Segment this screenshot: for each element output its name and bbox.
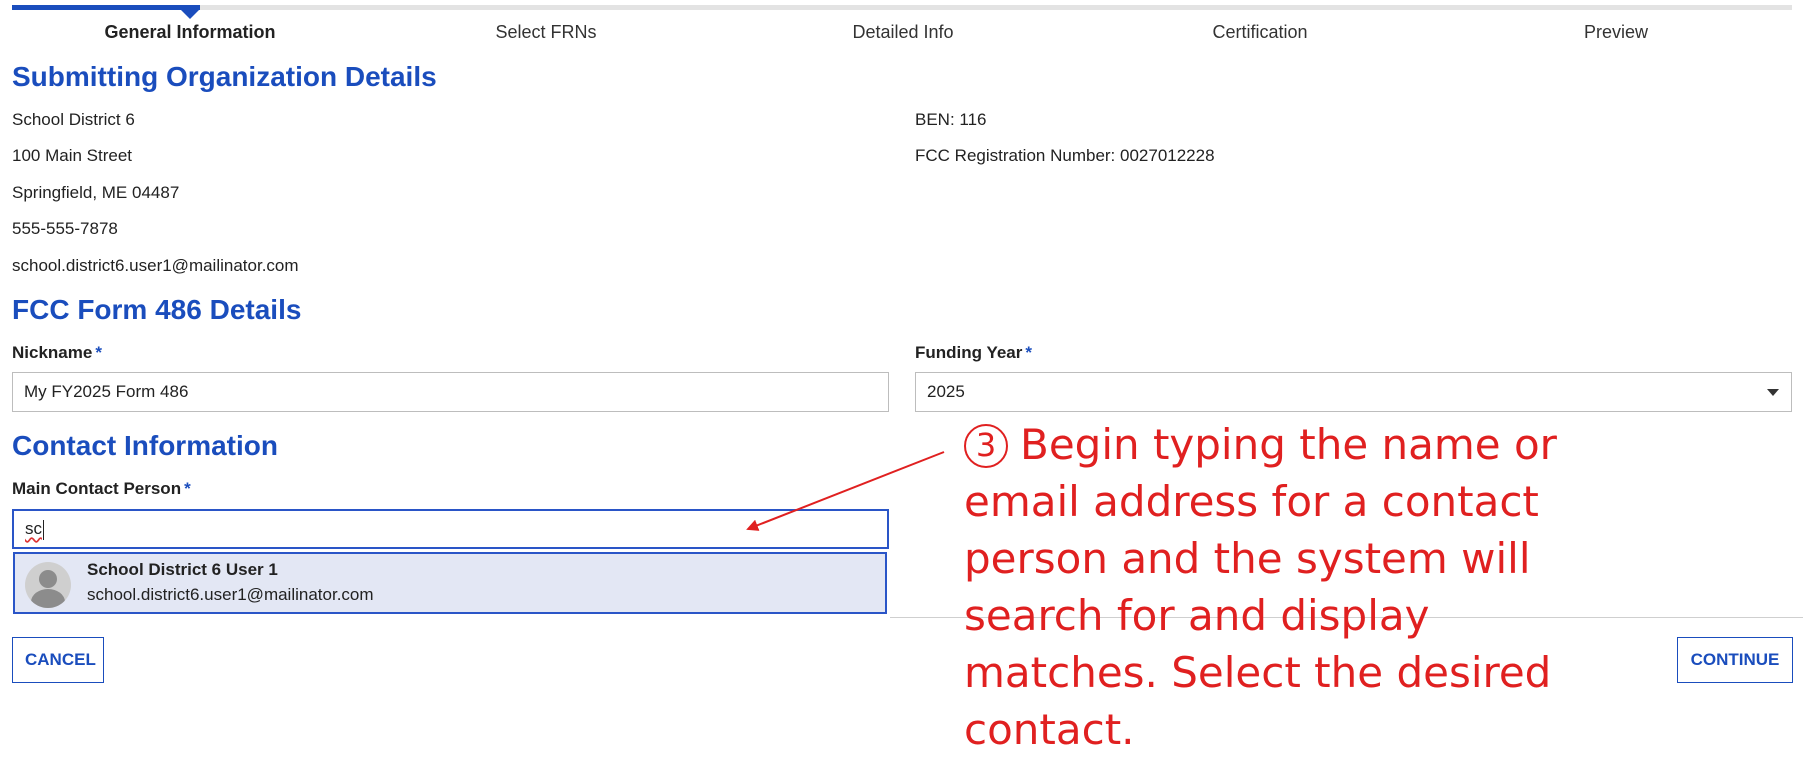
step-number-badge: 3 (964, 424, 1008, 468)
annotation-text: Begin typing the name or email address f… (964, 420, 1557, 754)
annotation-callout: 3 Begin typing the name or email address … (964, 416, 1604, 758)
